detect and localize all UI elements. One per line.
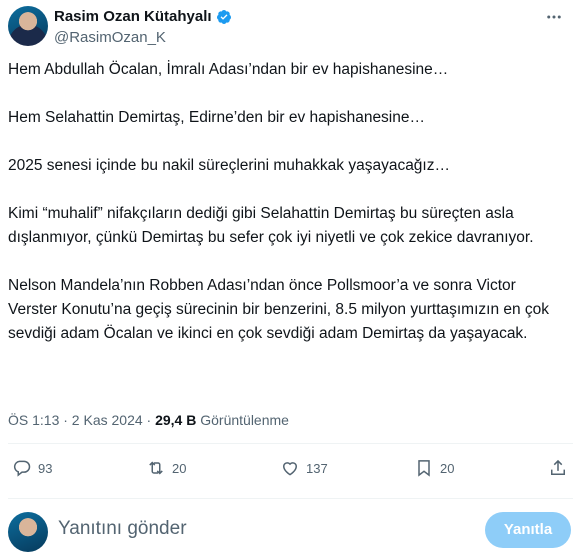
current-user-avatar bbox=[8, 512, 48, 552]
verified-badge-icon bbox=[216, 10, 231, 24]
bookmark-button[interactable]: 20 bbox=[414, 458, 454, 478]
author-handle[interactable]: @RasimOzan_K bbox=[54, 28, 232, 48]
author-avatar[interactable] bbox=[8, 6, 48, 46]
like-count: 137 bbox=[306, 460, 328, 476]
action-bar: 93 20 137 20 bbox=[8, 458, 573, 482]
tweet-paragraph: Hem Selahattin Demirtaş, Edirne’den bir … bbox=[8, 109, 425, 126]
repost-icon bbox=[149, 461, 163, 475]
author-display-name-row[interactable]: Rasim Ozan Kütahyalı bbox=[54, 8, 232, 26]
divider bbox=[8, 498, 573, 499]
reply-icon bbox=[13, 460, 31, 477]
author-display-name[interactable]: Rasim Ozan Kütahyalı bbox=[54, 8, 212, 26]
views-count: 29,4 B bbox=[155, 412, 197, 428]
like-button[interactable]: 137 bbox=[280, 458, 328, 478]
share-button[interactable] bbox=[548, 458, 568, 478]
tweet-meta: ÖS 1:13 · 2 Kas 2024 · 29,4 B Görüntülen… bbox=[8, 410, 289, 430]
share-icon bbox=[551, 459, 565, 475]
bookmark-count: 20 bbox=[440, 460, 455, 476]
tweet-paragraph: Kimi “muhalif” nifakçıların dediği gibi … bbox=[8, 205, 534, 246]
reply-count: 93 bbox=[38, 460, 53, 476]
bookmark-icon bbox=[418, 460, 430, 477]
repost-button[interactable]: 20 bbox=[146, 458, 186, 478]
tweet-paragraph: Nelson Mandela’nın Robben Adası’ndan önc… bbox=[8, 277, 550, 342]
repost-count: 20 bbox=[172, 460, 187, 476]
reply-submit-button[interactable]: Yanıtla bbox=[485, 512, 571, 548]
tweet-text: Hem Abdullah Öcalan, İmralı Adası’ndan b… bbox=[8, 58, 568, 370]
tweet-paragraph: Hem Abdullah Öcalan, İmralı Adası’ndan b… bbox=[8, 61, 449, 78]
divider bbox=[8, 443, 573, 444]
tweet-timestamp[interactable]: ÖS 1:13 · 2 Kas 2024 · bbox=[8, 412, 155, 428]
reply-input[interactable]: Yanıtını gönder bbox=[58, 518, 187, 540]
reply-button[interactable]: 93 bbox=[12, 458, 52, 478]
more-options-icon[interactable] bbox=[543, 8, 565, 26]
tweet-paragraph: 2025 senesi içinde bu nakil süreçlerini … bbox=[8, 157, 450, 174]
views-label: Görüntülenme bbox=[196, 412, 289, 428]
tweet-header: Rasim Ozan Kütahyalı @RasimOzan_K bbox=[8, 6, 573, 46]
author-names: Rasim Ozan Kütahyalı @RasimOzan_K bbox=[54, 8, 232, 48]
like-icon bbox=[282, 462, 298, 476]
